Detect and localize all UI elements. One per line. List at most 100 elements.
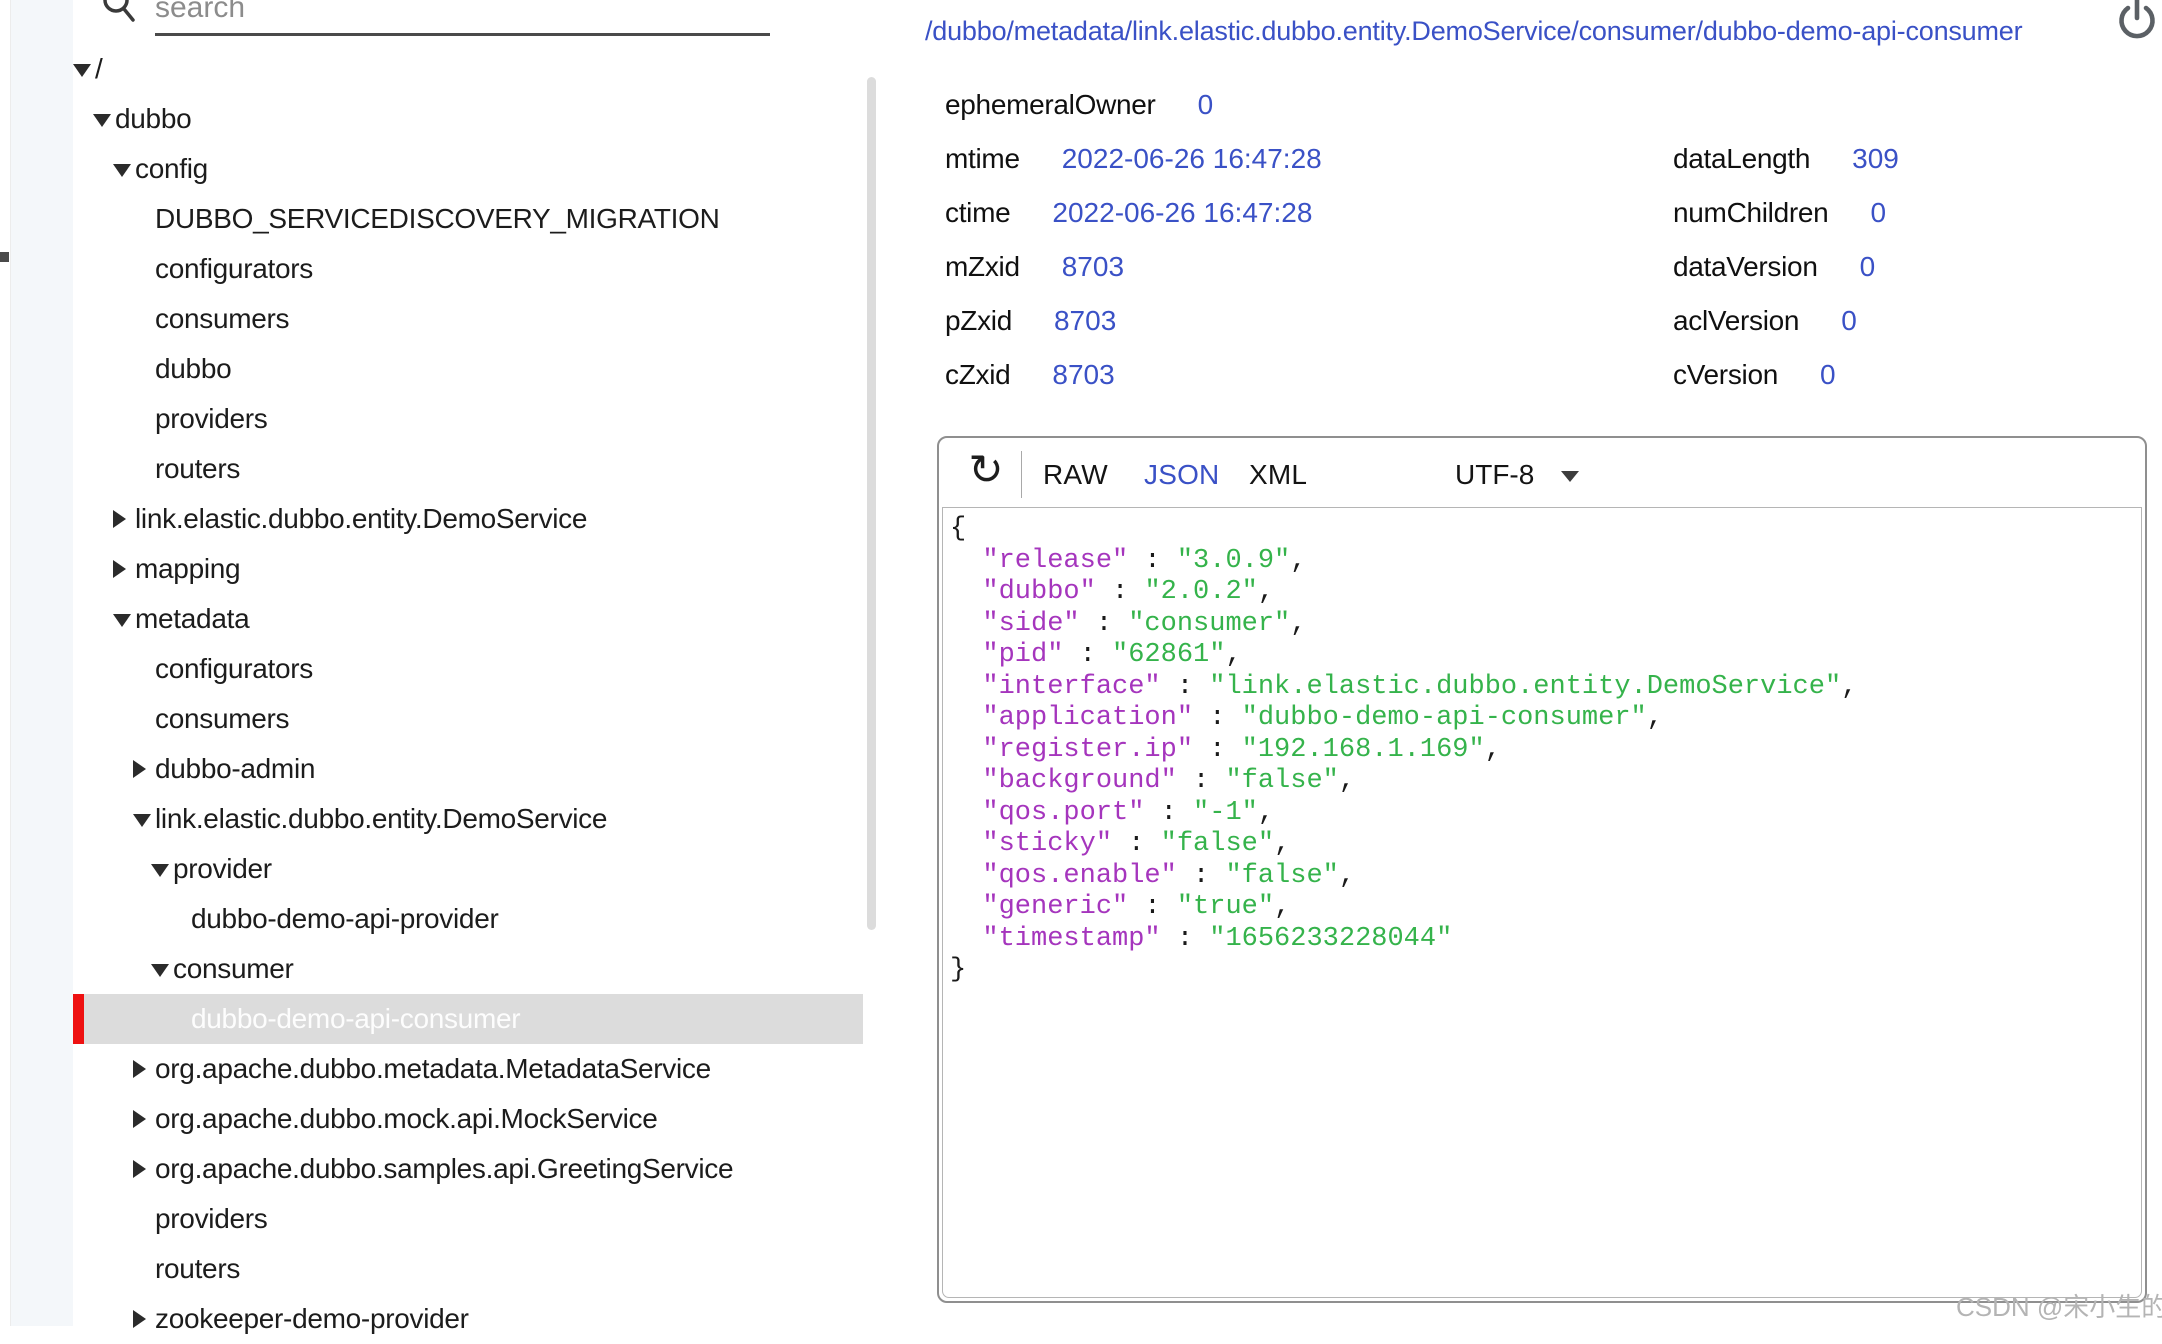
stat-row-numchildren: numChildren 0 [1673,196,1886,230]
tree-item-label: consumer [173,944,294,994]
tree-item-label: org.apache.dubbo.samples.api.GreetingSer… [155,1144,733,1194]
json-content: { "release" : "3.0.9", "dubbo" : "2.0.2"… [950,514,1857,987]
tree-item-config[interactable]: config [73,144,863,194]
expand-arrow-icon[interactable] [113,560,126,578]
tree-item-label: DUBBO_SERVICEDISCOVERY_MIGRATION [155,194,720,244]
stat-row-mtime: mtime2022-06-26 16:47:28 [945,142,1322,176]
tree-item-[interactable]: / [73,44,863,94]
power-icon[interactable] [2112,0,2162,43]
tree-item-link-elastic-dubbo-entity-demoservice[interactable]: link.elastic.dubbo.entity.DemoService [73,494,863,544]
tree-item-configurators[interactable]: configurators [73,644,863,694]
tree-item-label: routers [155,1244,240,1294]
tree-item-label: configurators [155,644,313,694]
tree-item-providers[interactable]: providers [73,1194,863,1244]
tree-item-label: dubbo-admin [155,744,315,794]
node-data-editor[interactable]: { "release" : "3.0.9", "dubbo" : "2.0.2"… [942,507,2142,1298]
tree-item-configurators[interactable]: configurators [73,244,863,294]
tree-item-dubbo[interactable]: dubbo [73,344,863,394]
stat-label: dataVersion [1673,250,1818,284]
stat-value: 309 [1852,142,1899,176]
tree-item-label: consumers [155,294,289,344]
tree-item-mapping[interactable]: mapping [73,544,863,594]
tree-item-zookeeper-demo-provider[interactable]: zookeeper-demo-provider [73,1294,863,1344]
tree-item-label: zookeeper-demo-provider [155,1294,469,1344]
tree-item-org-apache-dubbo-metadata-metadataservice[interactable]: org.apache.dubbo.metadata.MetadataServic… [73,1044,863,1094]
tree-item-label: dubbo-demo-api-consumer [191,994,520,1044]
tree-item-dubbo-admin[interactable]: dubbo-admin [73,744,863,794]
stat-value: 0 [1841,304,1857,338]
encoding-select[interactable]: UTF-8 [1455,457,1534,493]
tree-item-consumers[interactable]: consumers [73,694,863,744]
tree-item-label: / [95,44,102,94]
watermark: CSDN @宋小生的博客 [1956,1287,2162,1324]
stat-label: ephemeralOwner [945,88,1156,122]
tree-item-consumers[interactable]: consumers [73,294,863,344]
header-divider [1021,451,1022,498]
stat-label: numChildren [1673,196,1828,230]
tree-item-label: config [135,144,208,194]
stat-row-ctime: ctime2022-06-26 16:47:28 [945,196,1312,230]
tree-item-org-apache-dubbo-samples-api-greetingservice[interactable]: org.apache.dubbo.samples.api.GreetingSer… [73,1144,863,1194]
tree-item-label: providers [155,394,267,444]
tree-item-link-elastic-dubbo-entity-demoservice[interactable]: link.elastic.dubbo.entity.DemoService [73,794,863,844]
tree-item-label: metadata [135,594,249,644]
tree-item-dubbo-demo-api-consumer[interactable]: dubbo-demo-api-consumer [73,994,863,1044]
tree-item-label: dubbo [155,344,231,394]
stat-value: 0 [1860,250,1876,284]
stat-row-czxid: cZxid8703 [945,358,1115,392]
collapse-arrow-icon[interactable] [73,64,91,77]
expand-arrow-icon[interactable] [113,510,126,528]
stat-value: 8703 [1052,358,1114,392]
collapse-arrow-icon[interactable] [133,814,151,827]
expand-arrow-icon[interactable] [133,1060,146,1078]
stat-row-cversion: cVersion 0 [1673,358,1836,392]
node-path-breadcrumb: /dubbo/metadata/link.elastic.dubbo.entit… [925,16,2022,47]
expand-arrow-icon[interactable] [133,1310,146,1328]
expand-arrow-icon[interactable] [133,760,146,778]
chevron-down-icon[interactable] [1561,471,1579,482]
collapse-arrow-icon[interactable] [113,614,131,627]
tree-item-metadata[interactable]: metadata [73,594,863,644]
tree-item-org-apache-dubbo-mock-api-mockservice[interactable]: org.apache.dubbo.mock.api.MockService [73,1094,863,1144]
stat-value: 0 [1198,88,1214,122]
stat-value: 0 [1820,358,1836,392]
tree-item-label: consumers [155,694,289,744]
stat-label: dataLength [1673,142,1810,176]
tree-item-provider[interactable]: provider [73,844,863,894]
tree-item-label: dubbo-demo-api-provider [191,894,499,944]
collapse-arrow-icon[interactable] [151,964,169,977]
tree-item-dubbo-servicediscovery-migration[interactable]: DUBBO_SERVICEDISCOVERY_MIGRATION [73,194,863,244]
stat-label: cVersion [1673,358,1778,392]
collapse-arrow-icon[interactable] [151,864,169,877]
refresh-icon[interactable]: ↻ [963,440,1009,500]
tab-xml[interactable]: XML [1249,457,1307,493]
tree-item-consumer[interactable]: consumer [73,944,863,994]
tree-item-label: org.apache.dubbo.mock.api.MockService [155,1094,658,1144]
tree-item-label: link.elastic.dubbo.entity.DemoService [135,494,587,544]
stat-value: 8703 [1062,250,1124,284]
stat-row-aclversion: aclVersion0 [1673,304,1857,338]
stat-value: 0 [1870,196,1886,230]
tree-item-dubbo-demo-api-provider[interactable]: dubbo-demo-api-provider [73,894,863,944]
tree-item-dubbo[interactable]: dubbo [73,94,863,144]
expand-arrow-icon[interactable] [133,1110,146,1128]
tree-item-label: providers [155,1194,267,1244]
stat-label: ctime [945,196,1010,230]
tab-json[interactable]: JSON [1144,457,1219,493]
tab-raw[interactable]: RAW [1043,457,1108,493]
collapse-arrow-icon[interactable] [93,114,111,127]
expand-arrow-icon[interactable] [133,1160,146,1178]
stat-label: mZxid [945,250,1020,284]
tree-item-routers[interactable]: routers [73,444,863,494]
tree-item-label: dubbo [115,94,191,144]
stat-value: 2022-06-26 16:47:28 [1062,142,1322,176]
stat-row-datalength: dataLength 309 [1673,142,1899,176]
node-data-panel: ↻ RAW JSON XML UTF-8 { "release" : "3.0.9"… [937,436,2147,1303]
selected-node-indicator [73,994,84,1044]
stat-label: pZxid [945,304,1012,338]
tree-item-routers[interactable]: routers [73,1244,863,1294]
tree-scrollbar-thumb[interactable] [867,77,876,930]
collapse-arrow-icon[interactable] [113,164,131,177]
tree-item-label: provider [173,844,272,894]
tree-item-providers[interactable]: providers [73,394,863,444]
